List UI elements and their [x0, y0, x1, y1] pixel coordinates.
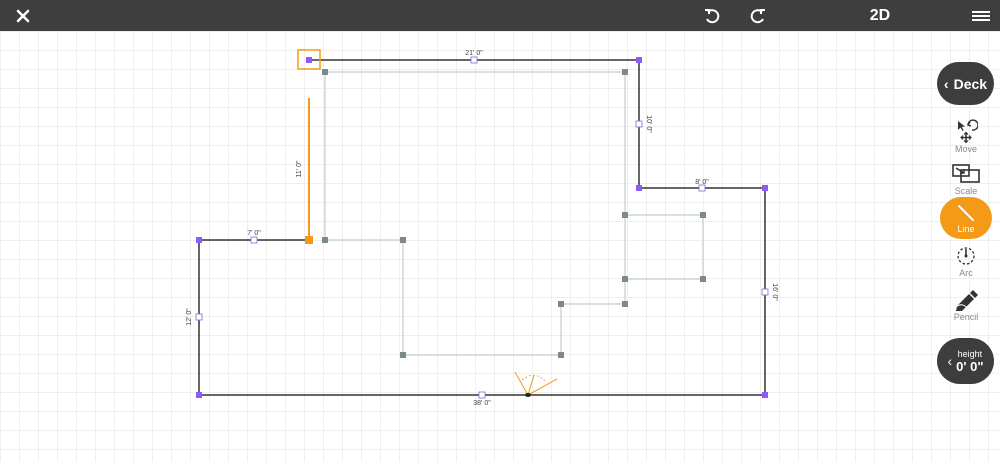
dimension-left-step-wall: 7' 0"	[247, 230, 261, 237]
tool-arc-label: Arc	[959, 268, 973, 278]
dimension-active-line: 11' 0"	[296, 160, 303, 177]
tool-pencil-label: Pencil	[953, 312, 979, 322]
dimension-right-lower-wall: 16' 0"	[771, 283, 778, 301]
midpoint-handles[interactable]	[195, 56, 769, 399]
close-icon[interactable]	[8, 0, 38, 31]
dimension-bottom-wall: 38' 0"	[473, 400, 491, 407]
tool-line-label: Line	[957, 223, 975, 234]
view-mode-toggle[interactable]: 2D	[860, 0, 900, 31]
tool-line[interactable]: Line	[940, 197, 992, 239]
door-icon[interactable]	[514, 371, 558, 397]
inner-vertices	[322, 69, 706, 358]
tool-panel: ‹ Deck Move Scale Line Arc Pencil ‹ heig…	[932, 31, 1000, 462]
tool-move[interactable]: Move	[932, 119, 1000, 154]
pencil-icon	[954, 290, 978, 311]
dimension-left-wall: 12' 0"	[186, 308, 193, 326]
line-icon	[958, 204, 974, 221]
tool-pencil[interactable]: Pencil	[932, 289, 1000, 322]
dimension-right-step-wall: 8' 0"	[695, 179, 709, 186]
height-value: 0' 0"	[956, 358, 984, 374]
outer-walls[interactable]	[198, 59, 766, 396]
undo-icon[interactable]	[697, 0, 727, 31]
dimension-top-wall: 21' 0"	[465, 50, 483, 57]
active-vertex[interactable]	[305, 236, 313, 244]
chevron-left-icon: ‹	[947, 353, 953, 369]
scale-icon	[952, 164, 980, 183]
height-control[interactable]: ‹ height 0' 0"	[937, 338, 994, 384]
dimension-right-upper-wall: 10' 0"	[645, 115, 652, 133]
chevron-left-icon: ‹	[943, 75, 949, 92]
height-label: height	[957, 348, 983, 359]
hamburger-menu-icon[interactable]	[966, 0, 996, 31]
tool-arc[interactable]: Arc	[932, 245, 1000, 278]
height-readout: height 0' 0"	[956, 349, 983, 374]
arc-icon	[957, 247, 975, 265]
top-bar: 2D	[0, 0, 1000, 31]
move-icon	[958, 119, 978, 143]
deck-label: Deck	[953, 75, 988, 92]
redo-icon[interactable]	[743, 0, 773, 31]
tool-move-label: Move	[954, 144, 977, 154]
drawing-canvas[interactable]: 21' 0" 10' 0" 8' 0" 16' 0" 38' 0" 12' 0"…	[0, 31, 1000, 462]
wall-vertices[interactable]	[196, 57, 768, 398]
tool-scale[interactable]: Scale	[932, 163, 1000, 196]
deck-button[interactable]: ‹ Deck	[937, 62, 994, 105]
tool-scale-label: Scale	[954, 186, 978, 196]
floor-plan[interactable]: 21' 0" 10' 0" 8' 0" 16' 0" 38' 0" 12' 0"…	[0, 31, 1000, 462]
